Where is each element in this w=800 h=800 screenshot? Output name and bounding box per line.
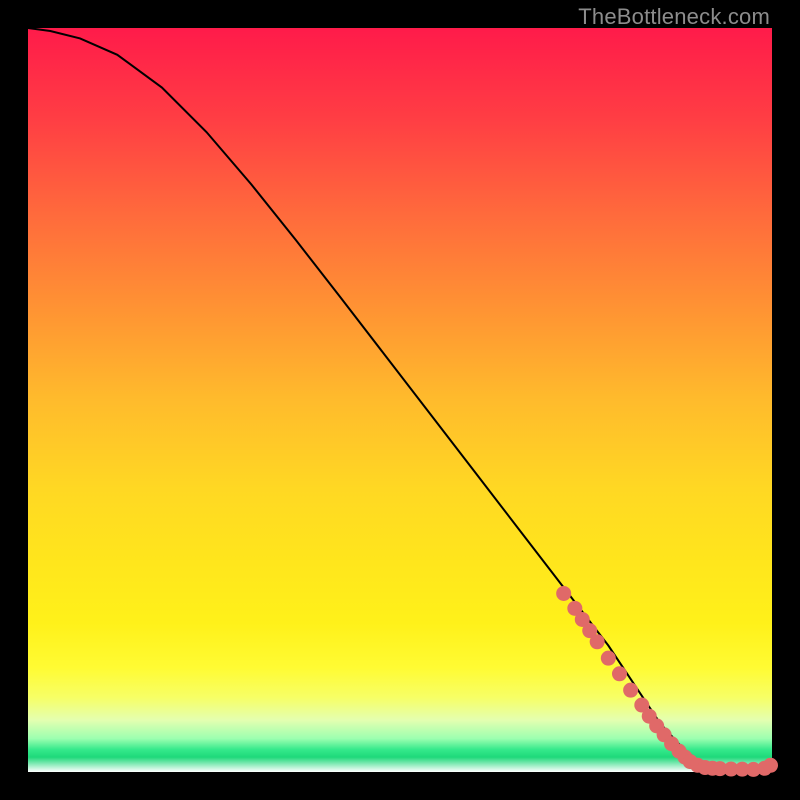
data-points-group	[556, 586, 778, 777]
data-point	[556, 586, 571, 601]
plot-area	[28, 28, 772, 772]
data-point	[590, 634, 605, 649]
chart-stage: TheBottleneck.com	[0, 0, 800, 800]
data-point	[612, 666, 627, 681]
bottleneck-curve	[28, 28, 772, 770]
data-point	[763, 758, 778, 773]
data-point	[623, 683, 638, 698]
data-point	[601, 651, 616, 666]
watermark-text: TheBottleneck.com	[578, 4, 770, 30]
chart-svg	[28, 28, 772, 772]
